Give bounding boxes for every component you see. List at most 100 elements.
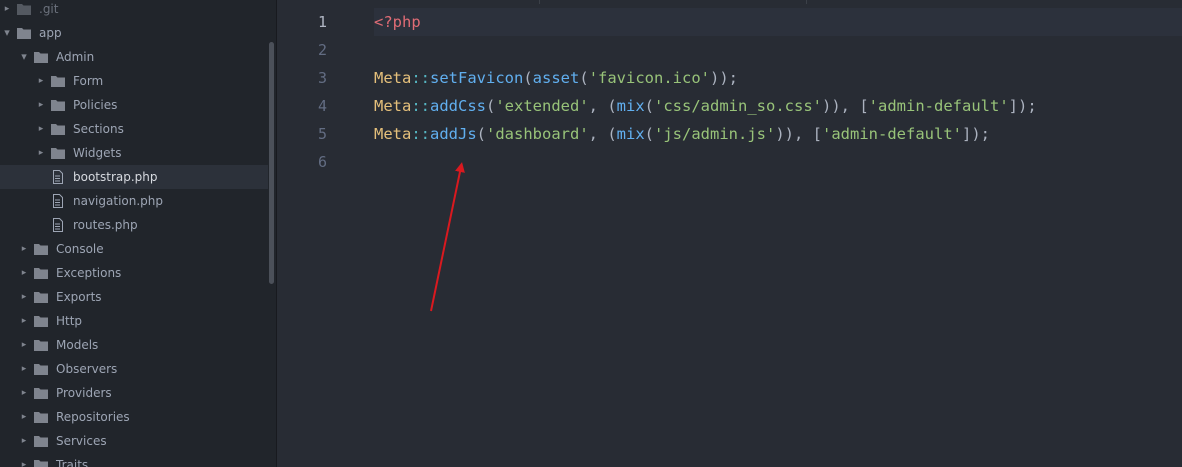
code-token: ( <box>644 97 655 115</box>
folder-icon <box>33 266 49 280</box>
chevron-right-icon[interactable]: ▸ <box>19 309 29 333</box>
file-icon <box>50 170 66 184</box>
tree-item-label: Services <box>56 434 107 448</box>
folder-icon <box>33 458 49 467</box>
tree-item-label: Repositories <box>56 410 130 424</box>
code-token: )), [ <box>775 125 823 143</box>
code-token: ( <box>486 97 496 115</box>
folder-icon <box>33 242 49 256</box>
code-token: ]); <box>962 125 990 143</box>
code-token: setFavicon <box>430 69 524 87</box>
tree-item-label: Console <box>56 242 104 256</box>
chevron-right-icon[interactable]: ▸ <box>19 405 29 429</box>
code-token: :: <box>411 69 430 87</box>
code-line[interactable] <box>374 148 1182 176</box>
code-line[interactable]: Meta::addCss('extended', (mix('css/admin… <box>374 92 1182 120</box>
tree-folder-item[interactable]: ▸ Sections <box>0 117 268 141</box>
tree-folder-item[interactable]: ▸ Form <box>0 69 268 93</box>
line-number-gutter: 1 2 3 4 5 6 <box>277 8 327 176</box>
tree-folder-item[interactable]: ▸ Policies <box>0 93 268 117</box>
folder-icon <box>33 362 49 376</box>
code-token: :: <box>411 125 430 143</box>
code-line[interactable]: <?php <box>374 8 1182 36</box>
tree-item-label: Providers <box>56 386 112 400</box>
chevron-right-icon[interactable]: ▸ <box>19 333 29 357</box>
tree-item-label: Sections <box>73 122 124 136</box>
tree-folder-item[interactable]: ▸ Http <box>0 309 268 333</box>
folder-icon <box>33 50 49 64</box>
tree-item-label: .git <box>39 2 59 16</box>
file-tree: ▸ .git ▾ app ▾ Admin ▸ Form ▸ Policies ▸ Sections ▸ W… <box>0 0 268 467</box>
tree-folder-item[interactable]: ▾ Admin <box>0 45 268 69</box>
code-token: Meta <box>374 125 412 143</box>
code-token: 'favicon.ico' <box>588 69 711 87</box>
chevron-right-icon[interactable]: ▸ <box>19 357 29 381</box>
tree-item-label: Admin <box>56 50 95 64</box>
tree-folder-item[interactable]: ▸ Services <box>0 429 268 453</box>
chevron-right-icon[interactable]: ▸ <box>19 381 29 405</box>
tree-folder-item[interactable]: ▸ Traits <box>0 453 268 467</box>
file-icon <box>50 218 66 232</box>
tree-item-label: Observers <box>56 362 118 376</box>
code-token: asset <box>532 69 580 87</box>
chevron-down-icon[interactable]: ▾ <box>2 21 12 45</box>
tree-folder-item[interactable]: ▸ Widgets <box>0 141 268 165</box>
tree-item-label: bootstrap.php <box>73 170 158 184</box>
folder-icon <box>33 386 49 400</box>
code-token: ( <box>579 69 589 87</box>
chevron-right-icon[interactable]: ▸ <box>19 429 29 453</box>
tree-item-label: app <box>39 26 62 40</box>
code-token: ]); <box>1008 97 1037 115</box>
tree-folder-item[interactable]: ▸ Observers <box>0 357 268 381</box>
code-token: mix <box>616 125 645 143</box>
chevron-right-icon[interactable]: ▸ <box>36 141 46 165</box>
tree-folder-item[interactable]: ▸ Console <box>0 237 268 261</box>
tree-folder-item[interactable]: ▸ Repositories <box>0 405 268 429</box>
code-line[interactable]: Meta::setFavicon(asset('favicon.ico')); <box>374 64 1182 92</box>
tree-folder-item[interactable]: ▾ app <box>0 21 268 45</box>
tree-item-label: Http <box>56 314 83 328</box>
chevron-right-icon[interactable]: ▸ <box>19 237 29 261</box>
chevron-right-icon[interactable]: ▸ <box>19 285 29 309</box>
tree-folder-item[interactable]: ▸ Models <box>0 333 268 357</box>
code-area[interactable]: <?php Meta::setFavicon(asset('favicon.ic… <box>374 8 1182 176</box>
tree-item-label: navigation.php <box>73 194 164 208</box>
code-token: :: <box>411 97 430 115</box>
chevron-right-icon[interactable]: ▸ <box>19 453 29 467</box>
chevron-down-icon[interactable]: ▾ <box>19 45 29 69</box>
tree-folder-item[interactable]: ▸ Providers <box>0 381 268 405</box>
folder-icon <box>33 290 49 304</box>
folder-icon <box>50 74 66 88</box>
folder-icon <box>33 314 49 328</box>
tree-folder-item[interactable]: ▸ Exports <box>0 285 268 309</box>
code-token: 'admin-default' <box>822 125 962 143</box>
line-number: 3 <box>317 69 327 87</box>
code-line[interactable]: Meta::addJs('dashboard', (mix('js/admin.… <box>374 120 1182 148</box>
tree-folder-item[interactable]: ▸ Exceptions <box>0 261 268 285</box>
code-line[interactable] <box>374 36 1182 64</box>
code-token: Meta <box>374 97 412 115</box>
tree-folder-item[interactable]: ▸ .git <box>0 0 268 21</box>
code-token: )), [ <box>822 97 869 115</box>
code-token: 'css/admin_so.css' <box>654 97 822 115</box>
folder-icon <box>50 146 66 160</box>
tree-file-item[interactable]: navigation.php <box>0 189 268 213</box>
chevron-right-icon[interactable]: ▸ <box>36 93 46 117</box>
code-token: addJs <box>430 125 477 143</box>
tree-item-label: Exports <box>56 290 102 304</box>
code-token: ( <box>644 125 655 143</box>
code-editor[interactable]: 123456 <?php Meta::setFavicon(asset('fav… <box>277 0 1182 467</box>
tree-scrollbar[interactable] <box>269 42 274 284</box>
chevron-right-icon[interactable]: ▸ <box>2 0 12 21</box>
code-token: mix <box>616 97 645 115</box>
chevron-right-icon[interactable]: ▸ <box>19 261 29 285</box>
code-token: <?php <box>374 13 421 31</box>
tree-file-item[interactable]: routes.php <box>0 213 268 237</box>
tree-file-item[interactable]: bootstrap.php <box>0 165 268 189</box>
code-token: ( <box>523 69 533 87</box>
line-number: 1 <box>317 13 327 31</box>
code-token: , ( <box>588 125 617 143</box>
chevron-right-icon[interactable]: ▸ <box>36 69 46 93</box>
folder-icon <box>16 26 32 40</box>
chevron-right-icon[interactable]: ▸ <box>36 117 46 141</box>
